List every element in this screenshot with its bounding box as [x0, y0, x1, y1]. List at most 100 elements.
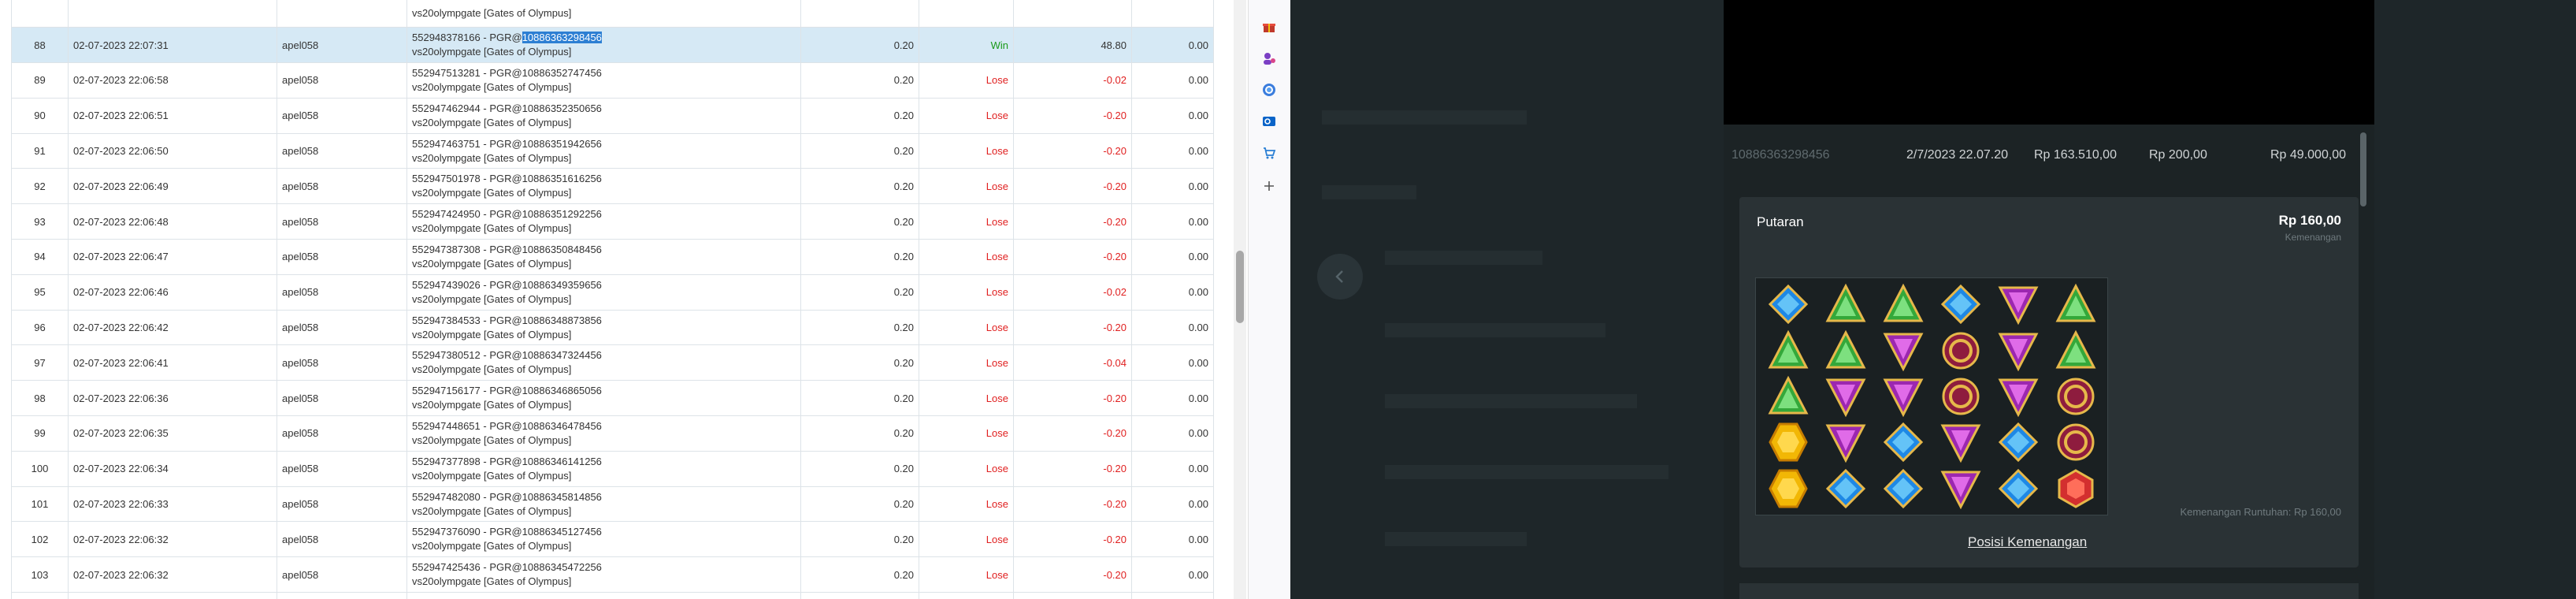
round-summary-row[interactable]: 10886363298456 2/7/2023 22.07.20 Rp 163.… [1724, 128, 2374, 183]
highlighted-round-id[interactable]: 10886363298456 [522, 32, 602, 44]
blue-gem-icon [1874, 466, 1932, 512]
table-row[interactable]: 96 02-07-2023 22:06:42 apel058 552947384533… [11, 310, 1214, 346]
row-description: 552948378166 - PGR@10886363298456 vs20oly… [406, 27, 801, 64]
outlook-icon[interactable] [1260, 112, 1279, 131]
purple-gem-icon [1989, 327, 2047, 373]
table-row[interactable]: vs20olympgate [Gates of Olympus] [11, 0, 1214, 28]
table-row[interactable]: 100 02-07-2023 22:06:34 apel058 55294737789… [11, 451, 1214, 487]
row-description: 552947448651 - PGR@10886346478456 vs20oly… [406, 415, 801, 452]
row-balance: 0.00 [1131, 451, 1214, 487]
description-line-1: 552947387308 - PGR@10886350848456 [412, 243, 796, 257]
row-date: 02-07-2023 22:06:41 [68, 344, 277, 381]
row-amount: -0.20 [1013, 380, 1132, 417]
table-row[interactable]: 89 02-07-2023 22:06:58 apel058 552947513281… [11, 62, 1214, 99]
winning-position-link[interactable]: Posisi Kemenangan [1968, 534, 2087, 550]
back-button[interactable] [1317, 254, 1363, 300]
blue-gem-icon [1989, 466, 2047, 512]
background-blur [1322, 110, 1527, 125]
description-line-1: 552947463751 - PGR@10886351942656 [412, 137, 796, 151]
table-scrollbar-thumb[interactable] [1236, 251, 1244, 323]
yellow-gem-icon [1759, 419, 1817, 465]
row-username: apel058 [277, 521, 407, 558]
table-row[interactable]: 95 02-07-2023 22:06:46 apel058 552947439026… [11, 274, 1214, 311]
row-bet: 0.20 [800, 344, 919, 381]
row-amount: 48.80 [1013, 27, 1132, 64]
row-bet: 0.20 [800, 62, 919, 99]
row-bet: 0.20 [800, 451, 919, 487]
row-number: 101 [11, 486, 69, 523]
round-bet: Rp 200,00 [2149, 148, 2207, 162]
row-amount: -0.04 [1013, 344, 1132, 381]
table-row[interactable]: 90 02-07-2023 22:06:51 apel058 552947462944… [11, 98, 1214, 134]
table-row[interactable]: 98 02-07-2023 22:06:36 apel058 552947156177… [11, 380, 1214, 417]
transaction-id: 552947501978 - PGR@10886351616256 [412, 173, 602, 185]
description-line-1: 552947384533 - PGR@10886348873856 [412, 314, 796, 328]
row-balance: 0.00 [1131, 415, 1214, 452]
description-line-2: vs20olympgate [Gates of Olympus] [412, 469, 572, 482]
transaction-id: 552947513281 - PGR@10886352747456 [412, 66, 602, 79]
row-bet: 0.20 [800, 486, 919, 523]
cart-icon[interactable] [1260, 143, 1279, 162]
description-line-2: vs20olympgate [Gates of Olympus] [412, 540, 572, 552]
table-row[interactable]: 10402-07-2023 22:06:31apel05855294743985… [11, 592, 1214, 599]
transaction-id: 552947448651 - PGR@10886346478456 [412, 419, 602, 432]
table-row[interactable]: 88 02-07-2023 22:07:31 apel058 552948378166… [11, 27, 1214, 64]
table-row[interactable]: 94 02-07-2023 22:06:47 apel058 552947387308… [11, 239, 1214, 275]
row-description: 552947377898 - PGR@10886346141256 vs20oly… [406, 451, 801, 487]
description-line-1: 552947501978 - PGR@10886351616256 [412, 172, 796, 186]
row-username: apel058 [277, 27, 407, 64]
table-row[interactable]: 99 02-07-2023 22:06:35 apel058 552947448651… [11, 415, 1214, 452]
table-row[interactable]: 103 02-07-2023 22:06:32 apel058 55294742543… [11, 556, 1214, 593]
row-date: 02-07-2023 22:06:58 [68, 62, 277, 99]
row-date: 02-07-2023 22:06:33 [68, 486, 277, 523]
row-balance: 0.00 [1131, 344, 1214, 381]
blue-gem-icon [1932, 281, 1989, 327]
game-history-pane: 10886363298456 2/7/2023 22.07.20 Rp 163.… [1290, 0, 2576, 599]
row-username: apel058 [277, 133, 407, 169]
description-line-2: vs20olympgate [Gates of Olympus] [412, 116, 572, 128]
row-username: apel058 [277, 415, 407, 452]
row-username [277, 0, 407, 28]
row-bet: 0.20 [800, 415, 919, 452]
row-result: Lose [919, 380, 1014, 417]
row-amount: -0.20 [1013, 98, 1132, 134]
description-line-2: vs20olympgate [Gates of Olympus] [412, 433, 572, 446]
row-description: 552947387308 - PGR@10886350848456 vs20oly… [406, 239, 801, 275]
description-line-2: vs20olympgate [Gates of Olympus] [412, 257, 572, 270]
row-balance: 0.00 [1131, 274, 1214, 311]
row-username: apel058 [277, 380, 407, 417]
description-line-2: vs20olympgate [Gates of Olympus] [412, 151, 572, 164]
chrome-icon[interactable] [1260, 80, 1279, 99]
row-result: Lose [919, 521, 1014, 558]
row-amount: -0.20 [1013, 592, 1132, 599]
table-row[interactable]: 102 02-07-2023 22:06:32 apel058 55294737609… [11, 521, 1214, 558]
row-description: 552947384533 - PGR@10886348873856 vs20oly… [406, 310, 801, 346]
row-result: Lose [919, 415, 1014, 452]
table-row[interactable]: 93 02-07-2023 22:06:48 apel058 552947424950… [11, 203, 1214, 240]
gift-icon[interactable] [1260, 17, 1279, 36]
modal-scrollbar-thumb[interactable] [2360, 132, 2366, 206]
row-bet: 0.20 [800, 133, 919, 169]
description-line-2: vs20olympgate [Gates of Olympus] [412, 7, 572, 20]
row-number: 94 [11, 239, 69, 275]
transaction-id: 552947384533 - PGR@10886348873856 [412, 314, 602, 326]
row-balance: 0.00 [1131, 310, 1214, 346]
row-result: Lose [919, 239, 1014, 275]
row-date: 02-07-2023 22:06:49 [68, 168, 277, 205]
description-line-2: vs20olympgate [Gates of Olympus] [412, 504, 572, 517]
description-line-1: 552947376090 - PGR@10886345127456 [412, 525, 796, 539]
row-amount: -0.20 [1013, 239, 1132, 275]
table-row[interactable]: 97 02-07-2023 22:06:41 apel058 552947380512… [11, 344, 1214, 381]
row-result: Lose [919, 168, 1014, 205]
person-icon[interactable] [1260, 49, 1279, 68]
transaction-id: 552947463751 - PGR@10886351942656 [412, 137, 602, 150]
plus-icon[interactable] [1260, 177, 1279, 195]
card-win-amount: Rp 160,00 [2278, 213, 2341, 228]
spin-detail-card: Putaran Rp 160,00 Kemenangan Kemenangan … [1739, 197, 2359, 567]
transaction-id: 552947387308 - PGR@10886350848456 [412, 243, 602, 255]
table-row[interactable]: 101 02-07-2023 22:06:33 apel058 55294748208… [11, 486, 1214, 523]
row-date: 02-07-2023 22:06:46 [68, 274, 277, 311]
row-bet: 0.20 [800, 203, 919, 240]
table-row[interactable]: 92 02-07-2023 22:06:49 apel058 552947501978… [11, 168, 1214, 205]
table-row[interactable]: 91 02-07-2023 22:06:50 apel058 552947463751… [11, 133, 1214, 169]
